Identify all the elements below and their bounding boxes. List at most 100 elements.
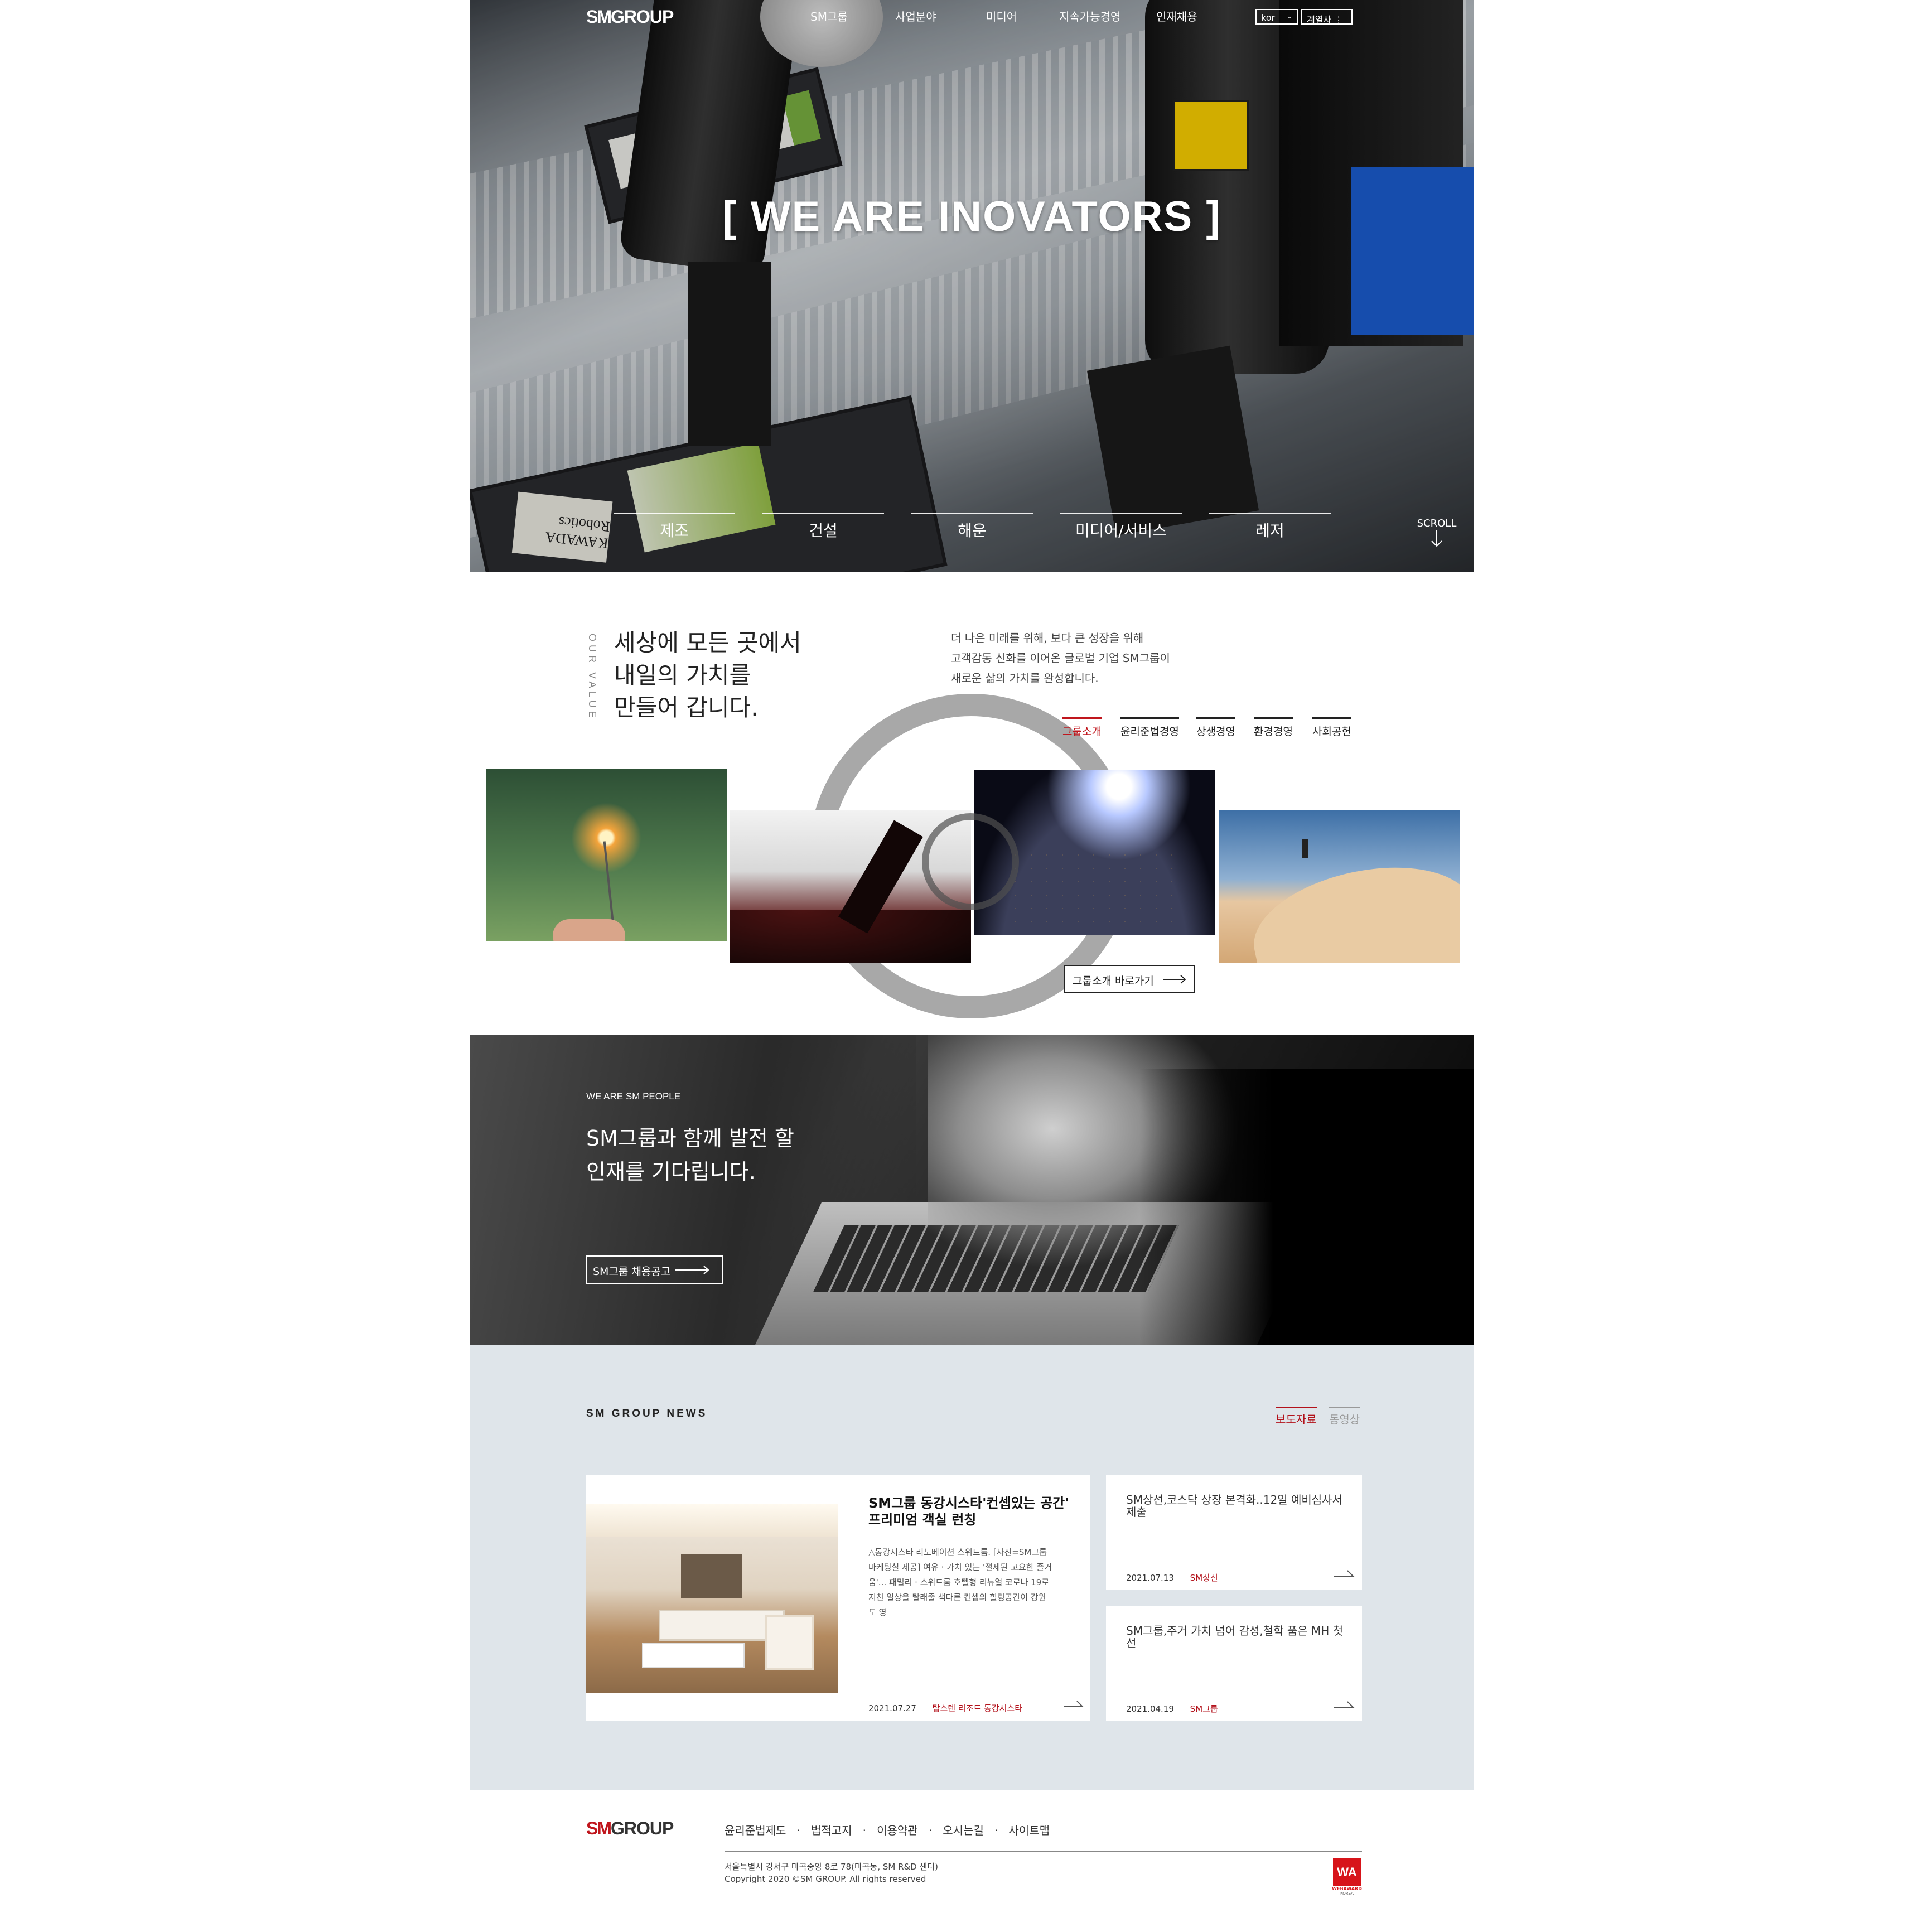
news-source: SM그룹	[1190, 1704, 1218, 1714]
arrow-right-icon	[1163, 975, 1186, 984]
decorative-ring-small	[922, 813, 1019, 910]
footer-logo[interactable]: SMGROUP	[586, 1818, 674, 1839]
person-silhouette	[1302, 839, 1308, 858]
tab-press[interactable]: 보도자료	[1276, 1407, 1317, 1427]
value-description-line: 더 나은 미래를 위해, 보다 큰 성장을 위해	[951, 631, 1144, 645]
news-card-title: SM상선,코스닥 상장 본격화..12일 예비심사서 제출	[1126, 1494, 1344, 1518]
footer-address: 서울특별시 강서구 마곡중앙 8로 78(마곡동, SM R&D 센터)	[724, 1862, 939, 1872]
logo-sm: SM	[586, 7, 612, 27]
news-section: SM GROUP NEWS 보도자료 동영상 SM그룹 동강시스타'컨셉있는 공…	[470, 1345, 1474, 1790]
group-intro-button-label: 그룹소개 바로가기	[1073, 975, 1154, 987]
page: KAWADA Robotics SMGROUP SM그룹 사업분야 미디어 지속…	[470, 0, 1474, 1932]
language-value: kor	[1261, 12, 1276, 23]
tab-group-intro[interactable]: 그룹소개	[1062, 717, 1102, 738]
footer-link-directions[interactable]: 오시는길	[943, 1824, 984, 1837]
hand-shape	[553, 919, 625, 941]
footer-link-terms[interactable]: 이용약관	[877, 1824, 918, 1837]
featured-news-body-line: 지친 일상을 탈래줄 색다른 컨셉의 힐링공간이 강원	[868, 1592, 1046, 1602]
separator-dot: ·	[796, 1824, 800, 1837]
featured-news-body-line: △동강시스타 리노베이션 스위트룸. [사진=SM그룹	[868, 1547, 1047, 1557]
news-date: 2021.07.27	[868, 1703, 916, 1713]
value-section: OUR VALUE 세상에 모든 곳에서 내일의 가치를 만들어 갑니다. 더 …	[470, 572, 1474, 1035]
news-title: SM GROUP NEWS	[586, 1408, 708, 1419]
category-media-service[interactable]: 미디어/서비스	[1060, 513, 1182, 541]
news-card[interactable]: SM그룹,주거 가치 넘어 감성,철학 품은 MH 첫 선 2021.04.19…	[1106, 1606, 1362, 1721]
webaward-text: WEBAWARD	[1332, 1886, 1362, 1891]
news-source: SM상선	[1190, 1573, 1218, 1583]
news-source: 탑스텐 리조트 동강시스타	[932, 1703, 1023, 1713]
tab-environment[interactable]: 환경경영	[1254, 717, 1293, 738]
news-thumbnail	[586, 1504, 838, 1693]
nav-sm-group[interactable]: SM그룹	[810, 8, 848, 24]
footer-link-ethics[interactable]: 윤리준법제도	[724, 1824, 786, 1837]
news-card-title: SM그룹,주거 가치 넘어 감성,철학 품은 MH 첫 선	[1126, 1625, 1344, 1649]
value-heading-line: 내일의 가치를	[614, 661, 751, 689]
arrow-right-icon	[1334, 1701, 1355, 1708]
category-manufacturing[interactable]: 제조	[614, 513, 735, 541]
dark-shade	[1139, 1069, 1474, 1345]
footer-link-sitemap[interactable]: 사이트맵	[1008, 1824, 1050, 1837]
people-section: WE ARE SM PEOPLE SM그룹과 함께 발전 할 인재를 기다립니다…	[470, 1035, 1474, 1345]
featured-news-body: △동강시스타 리노베이션 스위트룸. [사진=SM그룹 마케팅실 제공] 여유 …	[868, 1545, 1075, 1620]
featured-news-title-line: 프리미엄 객실 런칭	[868, 1512, 977, 1528]
featured-news-body-line: 마케팅실 제공] 여유 · 가치 있는 '절제된 고요한 즐거	[868, 1562, 1052, 1572]
featured-news-body-line: 움'... 패밀리 · 스위트룸 호텔형 리뉴얼 코로나 19로	[868, 1577, 1050, 1587]
hero-section: KAWADA Robotics SMGROUP SM그룹 사업분야 미디어 지속…	[470, 0, 1474, 572]
featured-news-body-line: 도 영	[868, 1607, 887, 1617]
language-select[interactable]: kor ⌄	[1255, 9, 1298, 25]
people-heading-line: 인재를 기다립니다.	[586, 1160, 756, 1184]
nav-business[interactable]: 사업분야	[895, 8, 936, 24]
news-card-title-line: SM그룹,주거 가치 넘어 감성,철학 품은 MH 첫	[1126, 1624, 1344, 1638]
city-lights	[1008, 848, 1175, 926]
nav-sustainability[interactable]: 지속가능경영	[1059, 8, 1120, 24]
scroll-label: SCROLL	[1417, 518, 1457, 529]
recruit-button[interactable]: SM그룹 채용공고	[586, 1255, 723, 1284]
tab-social[interactable]: 사회공헌	[1312, 717, 1351, 738]
scroll-indicator[interactable]: SCROLL	[1412, 518, 1462, 551]
group-intro-button[interactable]: 그룹소개 바로가기	[1064, 965, 1195, 993]
featured-news-card[interactable]: SM그룹 동강시스타'컨셉있는 공간' 프리미엄 객실 런칭 △동강시스타 리노…	[586, 1475, 1090, 1721]
value-description-line: 새로운 삶의 가치를 완성합니다.	[951, 672, 1099, 685]
value-heading-line: 세상에 모든 곳에서	[614, 629, 801, 656]
people-eyebrow: WE ARE SM PEOPLE	[586, 1091, 681, 1102]
affiliates-button[interactable]: 계열사 ⋮	[1301, 9, 1353, 25]
arrow-right-icon	[1334, 1570, 1355, 1577]
logo[interactable]: SMGROUP	[586, 7, 674, 27]
news-card-title-line: SM상선,코스닥 상장 본격화..12일 예비심사서	[1126, 1493, 1342, 1506]
footer-link-legal[interactable]: 법적고지	[811, 1824, 852, 1837]
category-leisure[interactable]: 레저	[1209, 513, 1331, 541]
footer: SMGROUP 윤리준법제도 · 법적고지 · 이용약관 · 오시는길 · 사이…	[470, 1790, 1474, 1932]
people-heading: SM그룹과 함께 발전 할 인재를 기다립니다.	[586, 1122, 794, 1189]
news-card-meta: 2021.04.19 SM그룹	[1126, 1703, 1218, 1714]
logo-group: GROUP	[611, 7, 674, 27]
window-shape	[681, 1554, 742, 1598]
ceiling	[586, 1504, 838, 1537]
hero-title: [ WE ARE INOVATORS ]	[722, 193, 1221, 240]
featured-news-title: SM그룹 동강시스타'컨셉있는 공간' 프리미엄 객실 런칭	[868, 1495, 1069, 1528]
chevron-down-icon: ⌄	[1286, 12, 1292, 20]
chair-shape	[765, 1615, 814, 1670]
webaward-badge[interactable]: WA WEBAWARD KOREA	[1331, 1858, 1363, 1896]
news-card-title-line: 제출	[1126, 1505, 1147, 1519]
category-construction[interactable]: 건설	[762, 513, 884, 541]
people-heading-line: SM그룹과 함께 발전 할	[586, 1126, 794, 1151]
webaward-sub: KOREA	[1340, 1891, 1354, 1896]
tab-win-win[interactable]: 상생경영	[1196, 717, 1235, 738]
tab-ethics[interactable]: 윤리준법경영	[1120, 717, 1179, 738]
separator-dot: ·	[862, 1824, 867, 1837]
sand-dune	[1243, 849, 1460, 963]
news-date: 2021.04.19	[1126, 1704, 1174, 1714]
tab-video[interactable]: 동영상	[1329, 1407, 1360, 1427]
hero-overlay	[470, 0, 1474, 572]
nav-recruit[interactable]: 인재채용	[1156, 8, 1197, 24]
category-shipping[interactable]: 해운	[911, 513, 1033, 541]
arrow-right-icon	[1064, 1701, 1084, 1707]
value-heading-line: 만들어 갑니다.	[614, 694, 759, 721]
news-card[interactable]: SM상선,코스닥 상장 본격화..12일 예비심사서 제출 2021.07.13…	[1106, 1475, 1362, 1590]
separator-dot: ·	[928, 1824, 933, 1837]
featured-news-title-line: SM그룹 동강시스타'컨셉있는 공간'	[868, 1495, 1069, 1511]
nav-media[interactable]: 미디어	[986, 8, 1017, 24]
news-date: 2021.07.13	[1126, 1573, 1174, 1583]
news-card-meta: 2021.07.13 SM상선	[1126, 1572, 1218, 1583]
separator-dot: ·	[994, 1824, 998, 1837]
